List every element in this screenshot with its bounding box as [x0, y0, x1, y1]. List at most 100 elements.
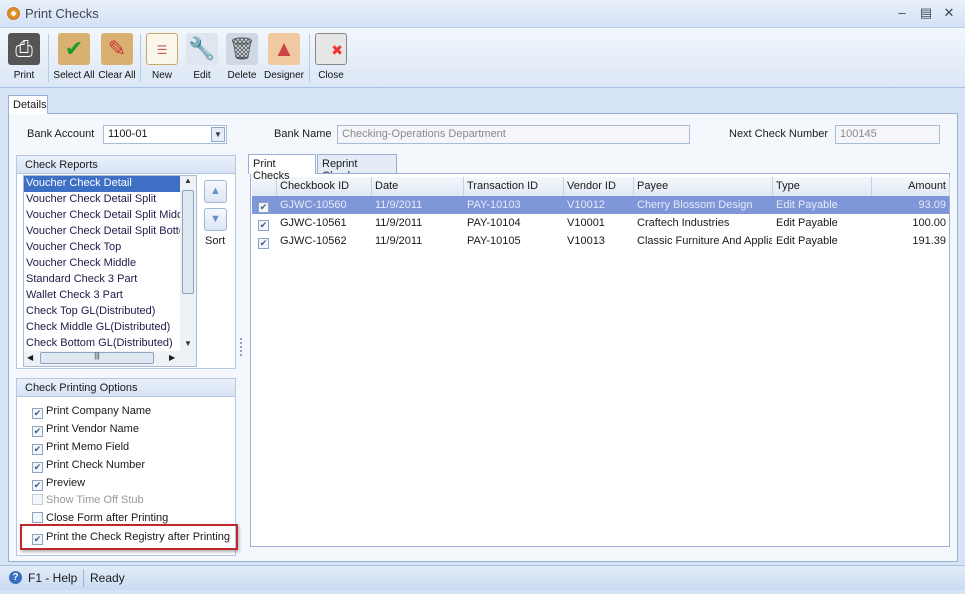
select-all-button[interactable]: ✔ Select All: [52, 31, 96, 86]
report-list-item[interactable]: Voucher Check Detail: [24, 176, 180, 192]
check-reports-list[interactable]: Voucher Check Detail Voucher Check Detail…: [23, 175, 197, 367]
checkbox-unchecked-icon[interactable]: [32, 512, 43, 523]
close-window-button[interactable]: ✕: [940, 5, 958, 21]
option-checkbox[interactable]: ✔ Print Company Name: [32, 405, 151, 421]
column-header[interactable]: Date: [372, 177, 464, 197]
help-label[interactable]: F1 - Help: [28, 571, 77, 585]
row-checkbox[interactable]: ✔: [258, 220, 269, 231]
option-checkbox[interactable]: ✔ Print Check Number: [32, 459, 145, 475]
clipboard-eraser-icon: ✎: [101, 33, 133, 65]
move-down-button[interactable]: ▼: [204, 208, 227, 231]
next-check-number-label: Next Check Number: [729, 128, 829, 140]
table-row[interactable]: ✔ GJWC-10560 11/9/2011 PAY-10103 V10012 Cherr…: [252, 196, 949, 214]
tab-print-checks[interactable]: Print Checks: [248, 154, 316, 182]
option-checkbox[interactable]: ✔ Preview: [32, 477, 85, 493]
next-check-number-field[interactable]: 100145: [835, 125, 940, 144]
scroll-down-icon[interactable]: ▼: [180, 339, 196, 348]
tab-details[interactable]: Details: [8, 95, 48, 114]
column-header[interactable]: Transaction ID: [464, 177, 564, 197]
help-icon[interactable]: ?: [9, 571, 22, 584]
report-list-item[interactable]: Check Middle GL(Distributed): [24, 320, 180, 336]
select-cell[interactable]: ✔: [252, 214, 277, 232]
title-bar: Print Checks – ▤ ✕: [0, 0, 965, 28]
check-reports-title: Check Reports: [17, 156, 235, 174]
option-label: Print Memo Field: [46, 441, 130, 453]
vertical-scrollbar[interactable]: ▲ ▼: [180, 176, 196, 351]
checkbox-checked-icon[interactable]: ✔: [32, 480, 43, 491]
report-list-item[interactable]: Standard Check 3 Part: [24, 272, 180, 288]
print-button[interactable]: ⎙ Print: [4, 31, 44, 86]
scroll-right-icon[interactable]: ▶: [169, 353, 175, 362]
maximize-button[interactable]: ▤: [917, 5, 935, 21]
column-header[interactable]: Checkbook ID: [277, 177, 372, 197]
bank-account-value: 1100-01: [108, 128, 148, 140]
splitter-handle[interactable]: [240, 338, 243, 356]
new-button[interactable]: ☰ New: [145, 31, 179, 86]
table-row[interactable]: ✔ GJWC-10562 11/9/2011 PAY-10105 V10013 Class…: [252, 232, 949, 250]
printer-icon: ⎙: [8, 33, 40, 65]
report-list-item[interactable]: Voucher Check Detail Split Middle: [24, 208, 180, 224]
report-list-item[interactable]: Voucher Check Detail Split Bottom: [24, 224, 180, 240]
checks-grid[interactable]: Checkbook ID Date Transaction ID Vendor ID P…: [250, 173, 950, 547]
delete-button[interactable]: 🗑 Delete: [225, 31, 259, 86]
table-row[interactable]: ✔ GJWC-10561 11/9/2011 PAY-10104 V10001 Craft…: [252, 214, 949, 232]
close-window-icon: ✖: [315, 33, 347, 65]
divider: [140, 34, 141, 82]
clipboard-check-icon: ✔: [58, 33, 90, 65]
tab-reprint-checks[interactable]: Reprint Checks: [317, 154, 397, 182]
close-button[interactable]: ✖ Close: [313, 31, 349, 86]
app-icon: [7, 7, 20, 20]
table-cell: GJWC-10561: [280, 217, 347, 229]
bank-account-combo[interactable]: 1100-01 ▼: [103, 125, 227, 144]
report-list-item[interactable]: Voucher Check Detail Split: [24, 192, 180, 208]
select-cell[interactable]: ✔: [252, 196, 277, 214]
option-checkbox[interactable]: ✔ Print Memo Field: [32, 441, 129, 457]
row-checkbox[interactable]: ✔: [258, 238, 269, 249]
edit-button[interactable]: 🔧 Edit: [185, 31, 219, 86]
divider: [48, 34, 49, 82]
report-list-item[interactable]: Wallet Check 3 Part: [24, 288, 180, 304]
table-cell: Classic Furniture And Applia: [637, 235, 773, 247]
minimize-button[interactable]: –: [893, 5, 911, 20]
report-list-item[interactable]: Voucher Check Top: [24, 240, 180, 256]
designer-button[interactable]: ▲ Designer: [263, 31, 305, 86]
grid-header: Checkbook ID Date Transaction ID Vendor ID P…: [252, 177, 950, 197]
report-list-item[interactable]: Check Bottom GL(Distributed): [24, 336, 180, 352]
table-cell: Cherry Blossom Design: [637, 199, 753, 211]
hscroll-thumb[interactable]: |||: [40, 352, 154, 364]
select-cell[interactable]: ✔: [252, 232, 277, 250]
checkbox-checked-icon[interactable]: ✔: [32, 462, 43, 473]
scroll-left-icon[interactable]: ◀: [27, 353, 33, 362]
checkbox-checked-icon[interactable]: ✔: [32, 444, 43, 455]
table-cell: Edit Payable: [776, 235, 838, 247]
move-up-button[interactable]: ▲: [204, 180, 227, 203]
scroll-up-icon[interactable]: ▲: [180, 176, 196, 185]
bank-name-field[interactable]: Checking-Operations Department: [337, 125, 690, 144]
horizontal-scrollbar[interactable]: ◀ ||| ▶: [24, 351, 196, 366]
row-checkbox[interactable]: ✔: [258, 202, 269, 213]
bank-account-label: Bank Account: [27, 128, 95, 140]
clear-all-label: Clear All: [98, 70, 136, 81]
close-label: Close: [318, 70, 344, 81]
clear-all-button[interactable]: ✎ Clear All: [97, 31, 137, 86]
option-checkbox[interactable]: ✔ Print Vendor Name: [32, 423, 139, 439]
table-cell: GJWC-10562: [280, 235, 347, 247]
check-printing-options-title: Check Printing Options: [17, 379, 235, 397]
triangle-down-icon: ▼: [210, 213, 221, 225]
option-label: Close Form after Printing: [46, 512, 169, 524]
report-list-item[interactable]: Voucher Check Middle: [24, 256, 180, 272]
column-header[interactable]: Payee: [634, 177, 773, 197]
checkbox-unchecked-icon[interactable]: [32, 494, 43, 505]
report-list-item[interactable]: Check Top GL(Distributed): [24, 304, 180, 320]
wrench-icon: 🔧: [186, 33, 218, 65]
bank-name-label: Bank Name: [274, 128, 332, 140]
edit-label: Edit: [193, 70, 211, 81]
column-header[interactable]: Type: [773, 177, 872, 197]
scroll-thumb[interactable]: [182, 190, 194, 294]
checkbox-checked-icon[interactable]: ✔: [32, 408, 43, 419]
column-header[interactable]: Amount: [872, 177, 950, 197]
checkbox-checked-icon[interactable]: ✔: [32, 426, 43, 437]
column-header[interactable]: Vendor ID: [564, 177, 634, 197]
chevron-down-icon[interactable]: ▼: [211, 127, 225, 142]
table-cell: PAY-10103: [467, 199, 521, 211]
